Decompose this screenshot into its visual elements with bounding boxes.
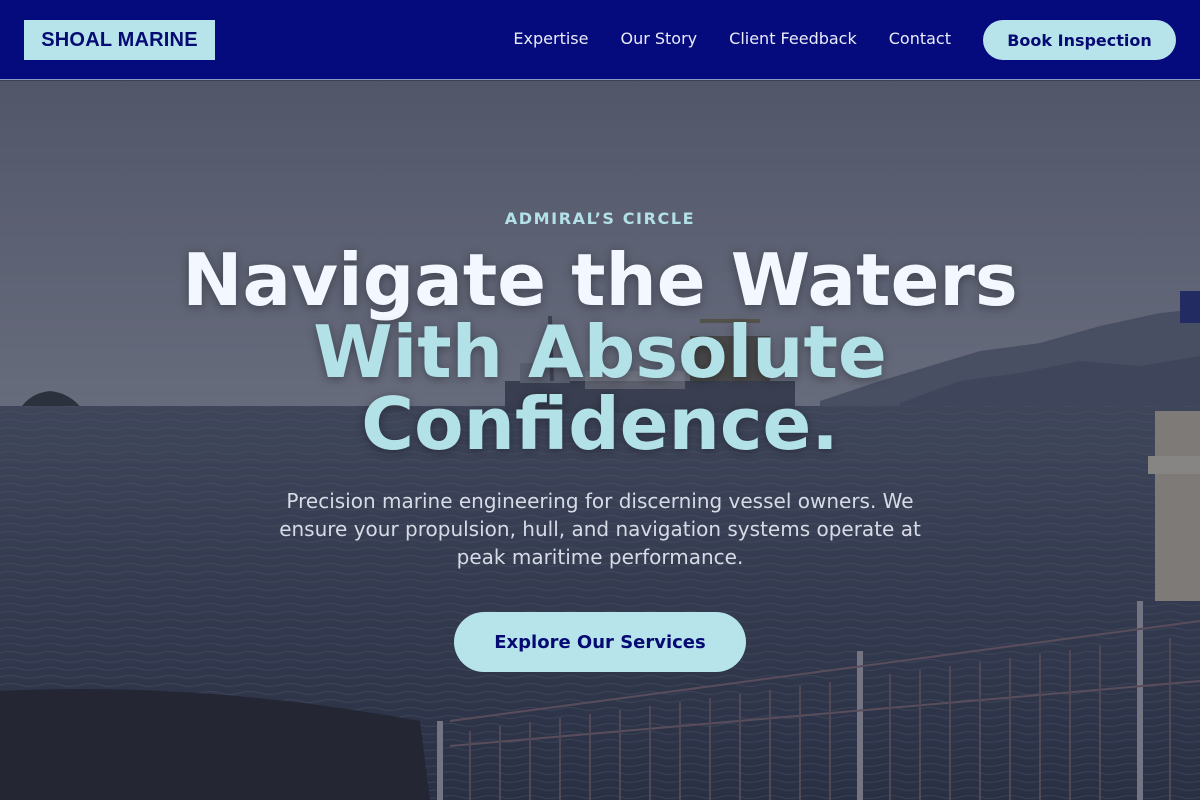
hero-section: ADMIRAL’S CIRCLE Navigate the Waters Wit… xyxy=(0,81,1200,800)
site-header: SHOAL MARINE Expertise Our Story Client … xyxy=(0,0,1200,80)
explore-services-button[interactable]: Explore Our Services xyxy=(454,612,746,672)
headline-line-3: Confidence. xyxy=(361,382,839,466)
hero-content: ADMIRAL’S CIRCLE Navigate the Waters Wit… xyxy=(0,81,1200,800)
hero-subtitle: Precision marine engineering for discern… xyxy=(279,489,921,569)
headline-line-1: Navigate the Waters xyxy=(182,238,1018,322)
nav-link-client-feedback[interactable]: Client Feedback xyxy=(729,28,857,50)
nav-link-our-story[interactable]: Our Story xyxy=(620,28,697,50)
hero-headline: Navigate the Waters With Absolute Confid… xyxy=(100,244,1100,460)
logo[interactable]: SHOAL MARINE xyxy=(24,20,215,60)
main-nav: Expertise Our Story Client Feedback Cont… xyxy=(513,28,951,50)
hero-eyebrow: ADMIRAL’S CIRCLE xyxy=(504,209,696,228)
book-inspection-button[interactable]: Book Inspection xyxy=(983,20,1176,60)
headline-line-2: With Absolute xyxy=(313,310,887,394)
nav-link-contact[interactable]: Contact xyxy=(889,28,951,50)
nav-link-expertise[interactable]: Expertise xyxy=(513,28,588,50)
